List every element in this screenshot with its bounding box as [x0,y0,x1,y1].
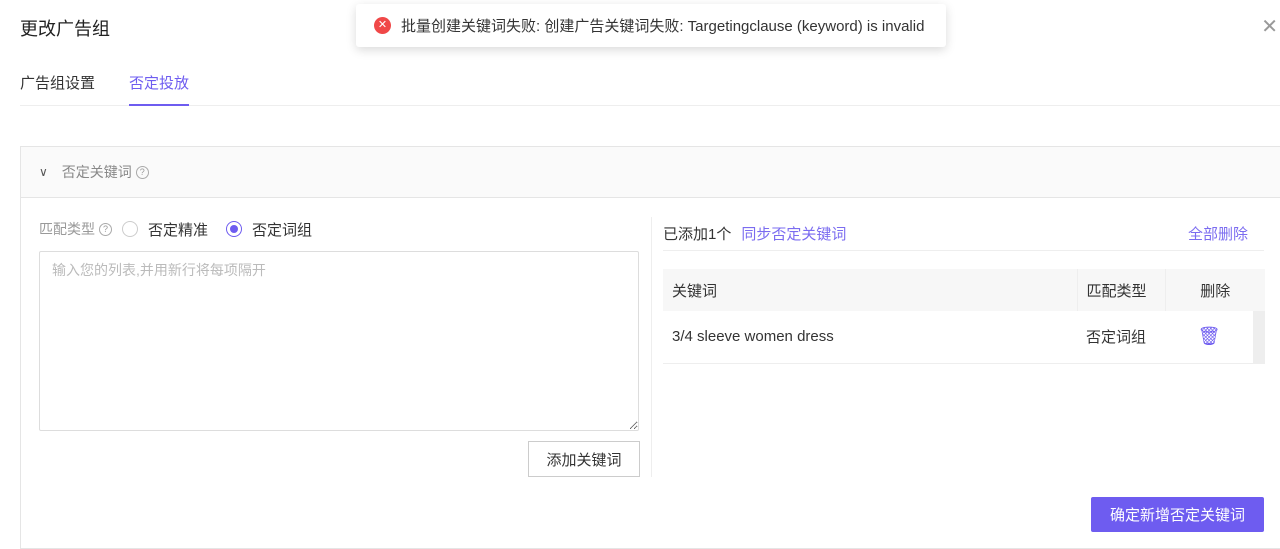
column-header-match-type: 匹配类型 [1076,269,1165,311]
keyword-list-input[interactable] [39,251,639,431]
error-icon: ✕ [374,17,391,34]
close-icon[interactable]: ✕ [1261,14,1278,39]
help-icon[interactable]: ? [99,222,112,236]
radio-circle[interactable] [122,221,138,237]
match-type-cell: 否定词组 [1077,311,1165,364]
column-header-delete: 删除 [1164,269,1265,311]
column-header-keyword: 关键词 [663,269,1077,311]
section-title: 否定关键词 [61,164,132,180]
radio-circle[interactable] [226,221,243,237]
help-icon[interactable]: ? [135,165,149,179]
match-type-row: 匹配类型 ? 否定精准 否定词组 [39,217,639,241]
dialog-title: 更改广告组 [20,19,110,39]
trash-icon[interactable]: 🗑 [1198,326,1221,346]
radio-label: 否定精准 [148,221,209,239]
sync-negative-keywords-link[interactable]: 同步否定关键词 [741,223,846,244]
radio-negative-exact[interactable]: 否定精准 [122,219,208,240]
added-count: 已添加1个 [663,226,732,243]
added-keywords-table: 关键词 匹配类型 删除 3/4 sleeve women dress 否定词组 … [663,269,1265,364]
keyword-cell: 3/4 sleeve women dress [663,311,1077,364]
radio-negative-phrase[interactable]: 否定词组 [226,219,312,240]
toast-message: 批量创建关键词失败: 创建广告关键词失败: Targetingclause (k… [401,18,925,35]
match-type-label: 匹配类型 [39,221,95,237]
tab-adgroup-settings[interactable]: 广告组设置 [20,72,95,106]
table-row: 3/4 sleeve women dress 否定词组 🗑 [663,311,1265,364]
chevron-down-icon[interactable]: ∨ [39,165,48,179]
error-toast: ✕ 批量创建关键词失败: 创建广告关键词失败: Targetingclause … [356,4,946,47]
section-header[interactable]: ∨ 否定关键词 ? [21,147,1280,198]
tab-bar: 广告组设置 否定投放 [20,72,1280,106]
scrollbar[interactable] [1253,311,1265,364]
delete-all-link[interactable]: 全部删除 [1188,223,1248,244]
radio-label: 否定词组 [252,221,313,239]
divider [651,217,652,477]
add-keyword-button[interactable]: 添加关键词 [528,441,640,477]
tab-negative-targeting[interactable]: 否定投放 [129,72,190,106]
negative-keywords-panel: ∨ 否定关键词 ? 匹配类型 ? 否定精准 否定词组 添加关键词 已添加1个 同… [20,146,1280,549]
confirm-add-negative-keywords-button[interactable]: 确定新增否定关键词 [1091,497,1264,532]
